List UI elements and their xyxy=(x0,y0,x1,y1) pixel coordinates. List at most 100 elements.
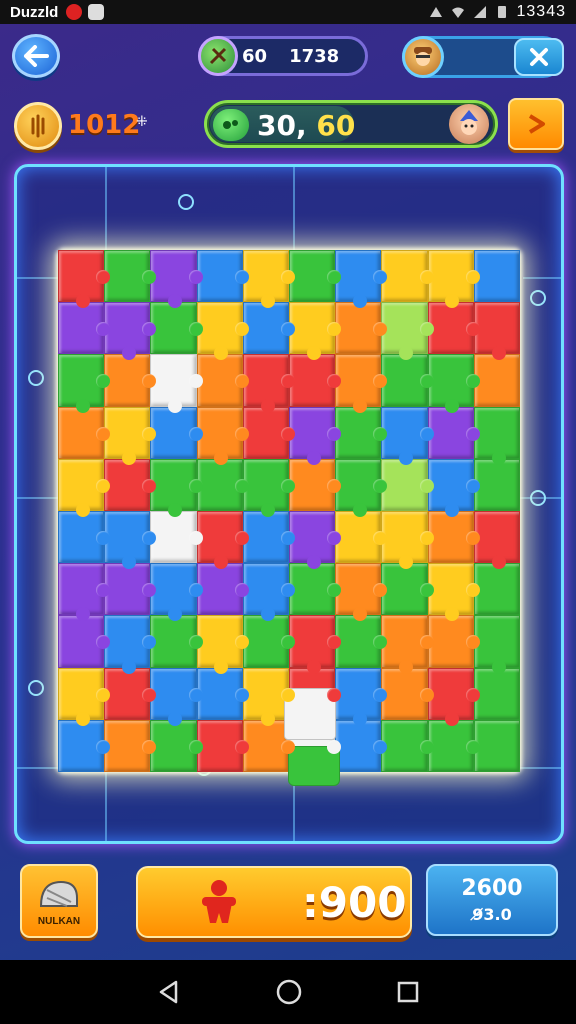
main-action-button[interactable]: :900 xyxy=(136,866,412,938)
puzzle-piece[interactable] xyxy=(289,563,342,616)
puzzle-piece[interactable] xyxy=(242,719,296,772)
puzzle-piece[interactable] xyxy=(289,302,342,361)
puzzle-piece[interactable] xyxy=(104,250,157,303)
puzzle-piece[interactable] xyxy=(427,354,481,413)
puzzle-piece[interactable] xyxy=(150,354,203,413)
puzzle-piece[interactable] xyxy=(242,406,296,459)
puzzle-piece[interactable] xyxy=(104,667,157,720)
puzzle-piece[interactable] xyxy=(289,458,342,511)
puzzle-piece[interactable] xyxy=(381,458,434,511)
puzzle-piece[interactable] xyxy=(335,406,388,459)
puzzle-piece[interactable] xyxy=(381,406,434,466)
puzzle-piece[interactable] xyxy=(473,458,520,511)
puzzle-piece[interactable] xyxy=(427,302,481,355)
puzzle-piece[interactable] xyxy=(58,302,111,355)
puzzle-piece[interactable] xyxy=(242,615,296,668)
puzzle-piece[interactable] xyxy=(58,354,111,413)
puzzle-piece[interactable] xyxy=(196,615,250,674)
puzzle-piece[interactable] xyxy=(473,667,520,720)
puzzle-piece[interactable] xyxy=(473,615,520,674)
puzzle-piece[interactable] xyxy=(473,354,520,407)
nav-home-icon[interactable] xyxy=(275,978,303,1006)
puzzle-piece[interactable] xyxy=(242,250,296,309)
nav-recents-icon[interactable] xyxy=(396,980,420,1004)
puzzle-piece[interactable] xyxy=(381,511,434,570)
puzzle-piece[interactable] xyxy=(196,563,250,616)
puzzle-piece[interactable] xyxy=(242,458,296,518)
puzzle-piece[interactable] xyxy=(335,667,388,727)
puzzle-piece[interactable] xyxy=(427,667,481,727)
puzzle-piece[interactable] xyxy=(58,406,111,459)
puzzle-piece[interactable] xyxy=(104,615,157,674)
puzzle-piece[interactable] xyxy=(196,719,250,772)
puzzle-piece[interactable] xyxy=(381,615,434,674)
puzzle-piece[interactable] xyxy=(196,406,250,466)
puzzle-piece[interactable] xyxy=(335,302,388,355)
stats-panel[interactable]: 2600 9̸3.0 xyxy=(426,864,558,936)
puzzle-piece[interactable] xyxy=(473,563,520,616)
puzzle-piece[interactable] xyxy=(196,354,250,407)
puzzle-piece[interactable] xyxy=(289,250,342,303)
puzzle-piece[interactable] xyxy=(289,354,342,407)
puzzle-piece[interactable] xyxy=(473,719,520,772)
puzzle-grid[interactable] xyxy=(58,250,520,772)
puzzle-piece[interactable] xyxy=(150,615,203,668)
puzzle-piece[interactable] xyxy=(150,719,203,772)
puzzle-piece[interactable] xyxy=(427,719,481,772)
puzzle-piece[interactable] xyxy=(381,719,434,772)
back-button[interactable] xyxy=(12,34,60,78)
puzzle-piece[interactable] xyxy=(196,667,250,720)
puzzle-piece[interactable] xyxy=(196,250,250,303)
puzzle-piece[interactable] xyxy=(104,511,157,570)
puzzle-piece[interactable] xyxy=(58,458,111,518)
puzzle-piece[interactable] xyxy=(242,511,296,564)
puzzle-piece[interactable] xyxy=(335,354,388,413)
puzzle-piece[interactable] xyxy=(335,719,388,772)
puzzle-piece[interactable] xyxy=(289,406,342,466)
puzzle-piece[interactable] xyxy=(150,250,203,309)
puzzle-piece[interactable] xyxy=(427,615,481,668)
puzzle-piece[interactable] xyxy=(335,563,388,622)
puzzle-piece[interactable] xyxy=(150,406,203,459)
puzzle-piece[interactable] xyxy=(427,563,481,622)
puzzle-piece[interactable] xyxy=(427,511,481,564)
puzzle-piece[interactable] xyxy=(381,302,434,361)
puzzle-piece[interactable] xyxy=(150,458,203,518)
puzzle-piece[interactable] xyxy=(381,250,434,303)
puzzle-piece[interactable] xyxy=(242,667,296,727)
puzzle-piece[interactable] xyxy=(335,458,388,518)
puzzle-piece[interactable] xyxy=(58,250,111,309)
puzzle-piece[interactable] xyxy=(473,511,520,570)
puzzle-piece[interactable] xyxy=(104,406,157,466)
puzzle-piece[interactable] xyxy=(58,615,111,668)
puzzle-piece[interactable] xyxy=(104,563,157,616)
puzzle-piece[interactable] xyxy=(150,667,203,727)
puzzle-piece[interactable] xyxy=(242,302,296,355)
puzzle-piece[interactable] xyxy=(427,406,481,459)
puzzle-piece[interactable] xyxy=(381,354,434,407)
puzzle-piece[interactable] xyxy=(335,250,388,309)
puzzle-piece[interactable] xyxy=(335,511,388,564)
nav-back-icon[interactable] xyxy=(156,979,182,1005)
puzzle-piece[interactable] xyxy=(150,563,203,622)
puzzle-piece[interactable] xyxy=(196,302,250,361)
puzzle-piece[interactable] xyxy=(150,302,203,355)
puzzle-piece[interactable] xyxy=(196,458,250,511)
puzzle-piece[interactable] xyxy=(427,458,481,518)
puzzle-piece[interactable] xyxy=(58,563,111,622)
puzzle-piece[interactable] xyxy=(58,667,111,727)
puzzle-piece[interactable] xyxy=(242,354,296,413)
puzzle-piece[interactable] xyxy=(427,250,481,309)
puzzle-piece[interactable] xyxy=(473,302,520,361)
puzzle-piece[interactable] xyxy=(381,563,434,616)
puzzle-piece[interactable] xyxy=(196,511,250,570)
puzzle-piece[interactable] xyxy=(242,563,296,622)
puzzle-piece[interactable] xyxy=(335,615,388,668)
puzzle-piece[interactable] xyxy=(104,354,157,407)
puzzle-piece[interactable] xyxy=(58,511,111,564)
puzzle-piece[interactable] xyxy=(104,458,157,511)
puzzle-piece[interactable] xyxy=(104,719,157,772)
puzzle-piece[interactable] xyxy=(289,511,342,570)
close-button[interactable] xyxy=(514,38,564,76)
puzzle-piece[interactable] xyxy=(289,615,342,674)
